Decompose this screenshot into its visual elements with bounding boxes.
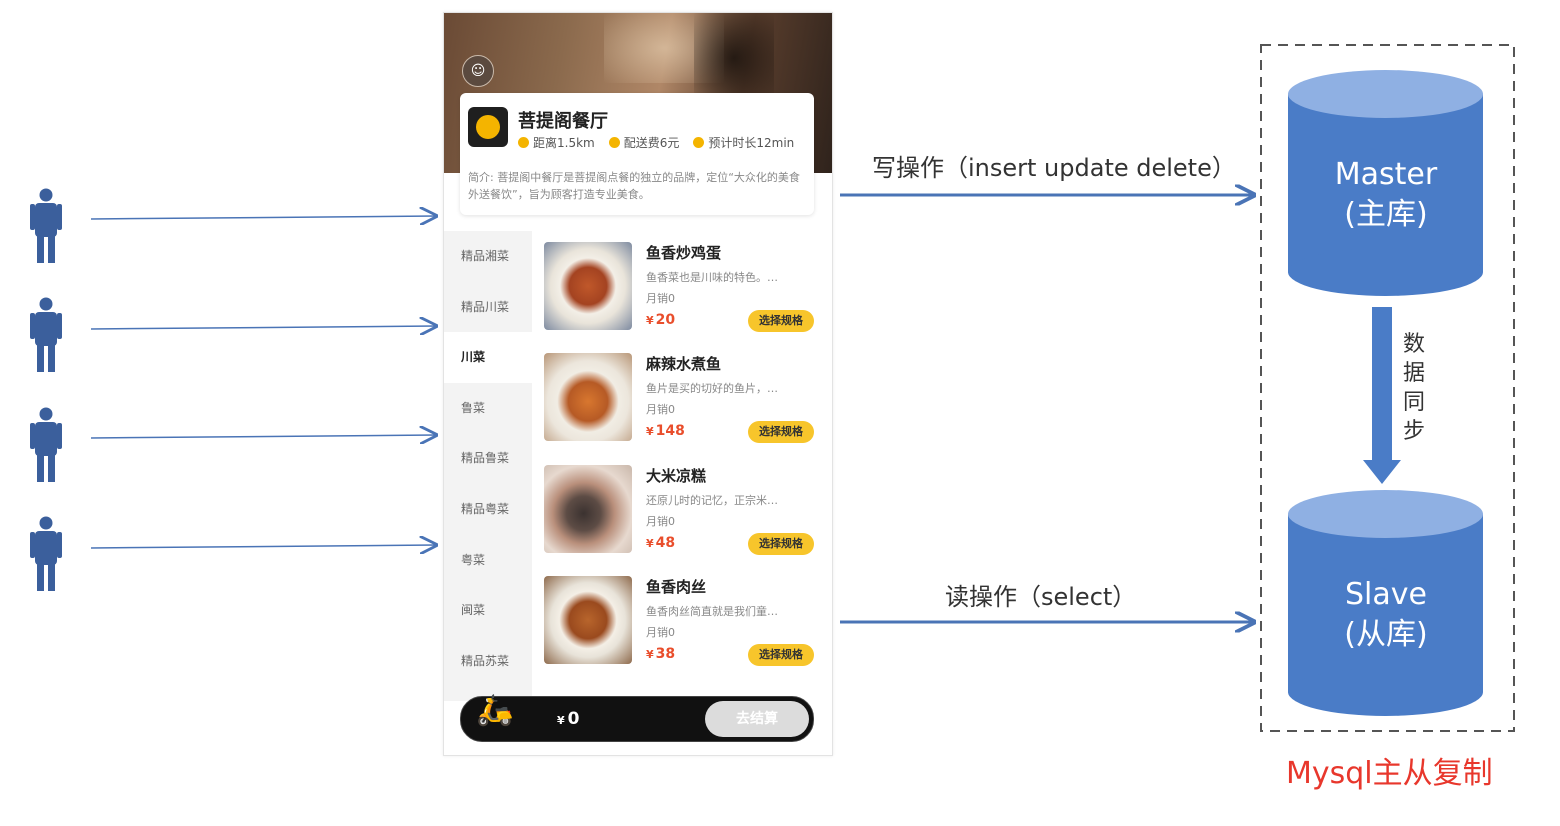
user-icon [30,297,62,372]
category-item[interactable]: 精品鲁菜 [444,433,532,484]
shop-meta: 距离1.5km 配送费6元 预计时长12min [518,134,794,151]
category-item[interactable]: 鲁菜 [444,383,532,434]
clock-icon [518,137,529,148]
slave-label: Slave (从库) [1344,577,1428,652]
dish-name: 麻辣水煮鱼 [646,355,722,373]
user-icon [30,188,62,263]
dish-name: 鱼香炒鸡蛋 [646,244,722,262]
write-label: 写操作（insert update delete） [872,154,1236,182]
request-arrow [90,545,436,548]
category-item[interactable]: 闽菜 [444,585,532,636]
dish-card[interactable]: 麻辣水煮鱼 鱼片是买的切好的鱼片，… 月销0 ¥148 选择规格 [544,353,820,443]
dish-sales: 月销0 [646,515,675,528]
category-item[interactable]: 精品苏菜 [444,636,532,687]
dish-image [544,465,632,553]
dish-image [544,576,632,664]
dish-price: ¥148 [646,423,685,439]
master-label: Master (主库) [1334,157,1438,232]
dish-name: 大米凉糕 [646,467,707,485]
dish-price: ¥38 [646,646,676,662]
dish-description: 鱼香肉丝简直就是我们童… [646,605,778,618]
dish-image [544,242,632,330]
user-icon [30,516,62,591]
user-icon [30,407,62,482]
diagram-caption: Mysql主从复制 [1286,756,1493,791]
category-item-active[interactable]: 川菜 [444,332,532,383]
cart-bar: 🛵 ¥0 去结算 [460,693,814,742]
read-label: 读操作（select） [945,583,1136,611]
shop-description: 简介: 菩提阁中餐厅是菩提阁点餐的独立的品牌，定位“大众化的美食外送餐饮”，旨为… [468,171,800,201]
checkout-button[interactable]: 去结算 [705,701,809,737]
delivery-fee-info: 配送费6元 [608,134,679,151]
dish-description: 鱼香菜也是川味的特色。… [646,271,778,284]
shop-name: 菩提阁餐厅 [518,111,608,132]
sync-label: 数 据 同 步 [1402,332,1425,444]
dish-description: 还原儿时的记忆，正宗米… [646,494,778,507]
category-item[interactable]: 精品粤菜 [444,484,532,535]
cart-total: ¥0 [557,709,580,729]
delivery-rider-icon[interactable]: 🛵 [473,685,517,737]
request-arrow [90,326,436,329]
shop-logo [468,107,508,147]
eta-info: 预计时长12min [693,134,794,151]
select-spec-button[interactable]: 选择规格 [748,533,814,555]
request-arrow [90,216,436,219]
shop-info-card: 菩提阁餐厅 距离1.5km 配送费6元 预计时长12min 简介: 菩提阁中餐厅… [460,93,814,215]
dish-sales: 月销0 [646,626,675,639]
request-arrow [90,435,436,438]
dish-sales: 月销0 [646,292,675,305]
coin-icon [608,137,620,148]
dish-price: ¥20 [646,312,676,328]
dish-description: 鱼片是买的切好的鱼片，… [646,382,778,395]
dish-sales: 月销0 [646,403,675,416]
dish-name: 鱼香肉丝 [646,578,707,596]
dish-card[interactable]: 鱼香炒鸡蛋 鱼香菜也是川味的特色。… 月销0 ¥20 选择规格 [544,242,820,332]
dish-image [544,353,632,441]
food-ordering-app: ☺ 菩提阁餐厅 距离1.5km 配送费6元 预计时长12min 简介: 菩提阁中… [443,12,833,756]
select-spec-button[interactable]: 选择规格 [748,644,814,666]
dish-price: ¥48 [646,535,676,551]
dish-card[interactable]: 大米凉糕 还原儿时的记忆，正宗米… 月销0 ¥48 选择规格 [544,465,820,555]
category-item[interactable]: 粤菜 [444,535,532,586]
sync-arrow [1363,307,1401,484]
distance-info: 距离1.5km [518,134,595,151]
dish-card[interactable]: 鱼香肉丝 鱼香肉丝简直就是我们童… 月销0 ¥38 选择规格 [544,576,820,666]
category-item[interactable]: 精品川菜 [444,282,532,333]
select-spec-button[interactable]: 选择规格 [748,421,814,443]
category-sidebar: 精品湘菜 精品川菜 川菜 鲁菜 精品鲁菜 精品粤菜 粤菜 闽菜 精品苏菜 [444,231,532,701]
select-spec-button[interactable]: 选择规格 [748,310,814,332]
category-item[interactable]: 精品湘菜 [444,231,532,282]
user-icon-button[interactable]: ☺ [462,55,494,87]
timer-icon [693,137,705,148]
